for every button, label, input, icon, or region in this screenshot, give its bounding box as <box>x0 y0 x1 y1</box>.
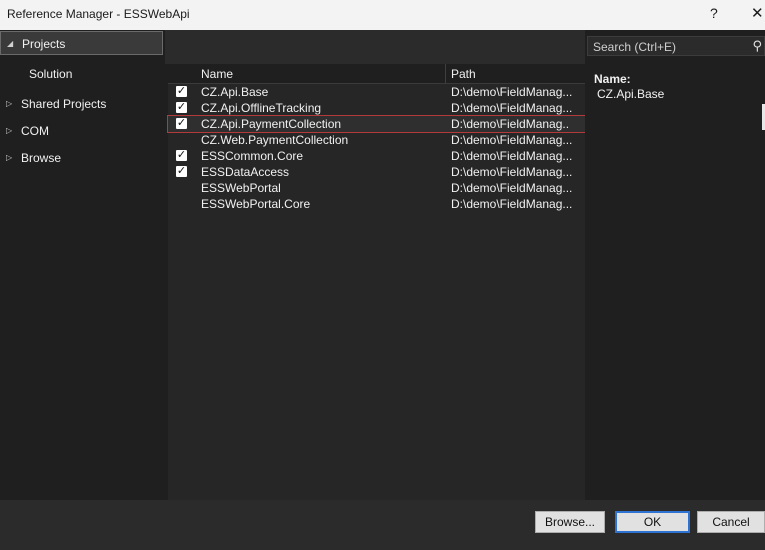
details-name-label: Name: <box>594 72 631 86</box>
search-input[interactable]: Search (Ctrl+E) ⚲ <box>587 36 765 56</box>
list-header: Name Path <box>168 64 585 84</box>
collapsed-arrow-icon[interactable]: ▷ <box>6 119 12 143</box>
nav-item-projects[interactable]: ◢ Projects <box>0 31 163 55</box>
nav-item-browse[interactable]: ▷ Browse <box>0 146 163 170</box>
column-header-path[interactable]: Path <box>451 67 476 81</box>
close-button[interactable]: ✕ <box>751 4 764 22</box>
row-path: D:\demo\FieldManag... <box>451 101 573 115</box>
row-path: D:\demo\FieldManag... <box>451 85 573 99</box>
help-button[interactable]: ? <box>710 5 718 21</box>
details-name-value: CZ.Api.Base <box>597 87 665 101</box>
row-name: ESSDataAccess <box>201 165 290 179</box>
collapsed-arrow-icon[interactable]: ▷ <box>6 146 12 170</box>
title-bar: Reference Manager - ESSWebApi ? ✕ <box>0 0 765 30</box>
table-row[interactable]: ✓ CZ.Api.OfflineTracking D:\demo\FieldMa… <box>168 100 585 116</box>
nav-item-com[interactable]: ▷ COM <box>0 119 163 143</box>
nav-item-solution[interactable]: Solution <box>0 62 163 86</box>
row-name: CZ.Api.Base <box>201 85 269 99</box>
nav-item-label: Browse <box>21 151 62 165</box>
cancel-button[interactable]: Cancel <box>697 511 765 533</box>
expanded-arrow-icon: ◢ <box>7 39 14 48</box>
nav-item-label: COM <box>21 124 49 138</box>
left-nav-panel: ◢ Projects Solution ▷ Shared Projects ▷ … <box>0 30 165 500</box>
table-row[interactable]: ✓ ESSCommon.Core D:\demo\FieldManag... <box>168 148 585 164</box>
table-row[interactable]: CZ.Web.PaymentCollection D:\demo\FieldMa… <box>168 132 585 148</box>
row-name: ESSWebPortal <box>201 181 281 195</box>
row-checkbox[interactable]: ✓ <box>176 166 187 177</box>
column-header-name[interactable]: Name <box>201 67 233 81</box>
window-title: Reference Manager - ESSWebApi <box>7 7 190 21</box>
collapsed-arrow-icon[interactable]: ▷ <box>6 92 12 116</box>
nav-item-label: Projects <box>22 37 66 51</box>
search-placeholder: Search (Ctrl+E) <box>593 40 677 54</box>
search-icon[interactable]: ⚲ <box>752 38 762 54</box>
dialog-footer: Browse... OK Cancel <box>0 500 765 550</box>
row-path: D:\demo\FieldManag... <box>451 197 573 211</box>
table-row[interactable]: ✓ ESSDataAccess D:\demo\FieldManag... <box>168 164 585 180</box>
nav-item-shared-projects[interactable]: ▷ Shared Projects <box>0 92 163 116</box>
project-list[interactable]: Name Path ✓ CZ.Api.Base D:\demo\FieldMan… <box>167 64 586 500</box>
row-path: D:\demo\FieldManag... <box>451 117 569 131</box>
row-path: D:\demo\FieldManag... <box>451 133 573 147</box>
table-row[interactable]: ✓ CZ.Api.Base D:\demo\FieldManag... <box>168 84 585 100</box>
table-row-highlighted[interactable]: ✓ CZ.Api.PaymentCollection D:\demo\Field… <box>167 115 586 133</box>
list-top-band <box>165 30 585 64</box>
row-checkbox[interactable]: ✓ <box>176 102 187 113</box>
ok-button[interactable]: OK <box>615 511 690 533</box>
browse-button[interactable]: Browse... <box>535 511 605 533</box>
row-path: D:\demo\FieldManag... <box>451 149 573 163</box>
row-name: CZ.Api.OfflineTracking <box>201 101 322 115</box>
column-divider[interactable] <box>445 64 446 84</box>
row-checkbox[interactable]: ✓ <box>176 86 187 97</box>
row-name: CZ.Web.PaymentCollection <box>201 133 349 147</box>
details-panel: Search (Ctrl+E) ⚲ Name: CZ.Api.Base <box>585 30 765 500</box>
nav-item-label: Shared Projects <box>21 97 107 111</box>
nav-item-label: Solution <box>29 67 73 81</box>
row-name: CZ.Api.PaymentCollection <box>201 117 342 131</box>
table-row[interactable]: ESSWebPortal.Core D:\demo\FieldManag... <box>168 196 585 212</box>
row-path: D:\demo\FieldManag... <box>451 165 573 179</box>
row-checkbox[interactable]: ✓ <box>176 118 187 129</box>
row-path: D:\demo\FieldManag... <box>451 181 573 195</box>
row-name: ESSCommon.Core <box>201 149 304 163</box>
row-checkbox[interactable]: ✓ <box>176 150 187 161</box>
table-row[interactable]: ESSWebPortal D:\demo\FieldManag... <box>168 180 585 196</box>
row-name: ESSWebPortal.Core <box>201 197 311 211</box>
